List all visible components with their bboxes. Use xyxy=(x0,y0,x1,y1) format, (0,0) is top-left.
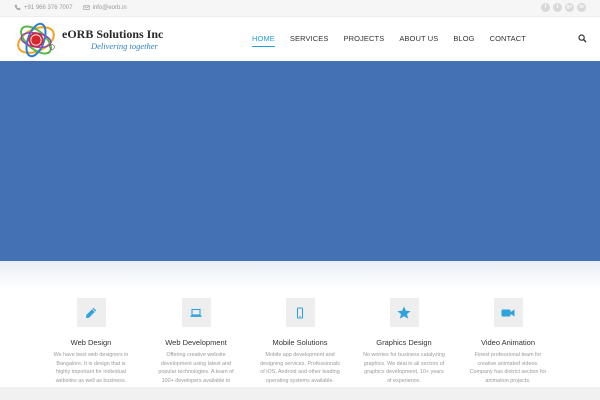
main-nav: HOME SERVICES PROJECTS ABOUT US BLOG CON… xyxy=(252,34,541,47)
service-graphics-design[interactable]: Graphics Design No worries for business … xyxy=(349,298,459,385)
twitter-icon[interactable]: t xyxy=(553,3,562,12)
service-title: Web Development xyxy=(165,338,227,347)
nav-blog[interactable]: BLOG xyxy=(453,34,474,47)
service-mobile-solutions[interactable]: Mobile Solutions Mobile app development … xyxy=(245,298,355,385)
service-title: Graphics Design xyxy=(376,338,432,347)
site-header: eORB Solutions Inc Delivering together H… xyxy=(0,17,600,61)
email-icon xyxy=(82,5,90,10)
googleplus-icon[interactable]: g+ xyxy=(565,3,574,12)
video-camera-icon xyxy=(501,309,515,316)
service-title: Video Animation xyxy=(480,338,536,347)
service-icon-box xyxy=(285,298,315,327)
services-section: Web Design We have best web designers in… xyxy=(0,298,600,392)
service-description: Finest professional team for creative an… xyxy=(469,352,547,384)
nav-contact[interactable]: CONTACT xyxy=(490,34,526,47)
contact-info: +91 966 376 7007 info@eorb.in xyxy=(14,4,137,11)
service-video-animation[interactable]: Video Animation Finest professional team… xyxy=(453,298,563,385)
phone-icon xyxy=(14,4,21,11)
social-links: f t g+ in xyxy=(538,3,586,12)
brand-tagline: Delivering together xyxy=(91,41,158,51)
service-description: No worries for business catalyzing graph… xyxy=(363,352,445,384)
star-icon xyxy=(397,306,411,319)
service-title: Web Design xyxy=(70,338,112,347)
service-description: We have best web designers in Bangalore.… xyxy=(53,352,129,384)
mobile-icon xyxy=(296,306,304,319)
linkedin-icon[interactable]: in xyxy=(577,3,586,12)
top-bar: +91 966 376 7007 info@eorb.in f t g+ in xyxy=(0,0,600,17)
service-web-development[interactable]: Web Development Offering creative websit… xyxy=(141,298,251,394)
nav-home[interactable]: HOME xyxy=(252,34,275,47)
email-address[interactable]: info@eorb.in xyxy=(93,5,127,11)
nav-projects[interactable]: PROJECTS xyxy=(344,34,385,47)
brand-name[interactable]: eORB Solutions Inc xyxy=(62,27,163,42)
service-web-design[interactable]: Web Design We have best web designers in… xyxy=(36,298,146,385)
laptop-icon xyxy=(190,308,202,317)
service-icon-box xyxy=(76,298,106,327)
hero-divider xyxy=(0,261,600,289)
bottom-strip xyxy=(0,387,600,400)
hero-banner xyxy=(0,61,600,261)
search-icon[interactable] xyxy=(578,34,587,43)
logo-icon[interactable] xyxy=(14,20,60,58)
service-description: Mobile app development and designing ser… xyxy=(260,352,340,384)
facebook-icon[interactable]: f xyxy=(541,3,550,12)
service-title: Mobile Solutions xyxy=(272,338,328,347)
nav-services[interactable]: SERVICES xyxy=(290,34,329,47)
phone-number[interactable]: +91 966 376 7007 xyxy=(24,5,73,11)
service-icon-box xyxy=(181,298,211,327)
nav-about-us[interactable]: ABOUT US xyxy=(399,34,438,47)
service-icon-box xyxy=(389,298,419,327)
service-icon-box xyxy=(493,298,523,327)
pencil-icon xyxy=(86,307,97,318)
